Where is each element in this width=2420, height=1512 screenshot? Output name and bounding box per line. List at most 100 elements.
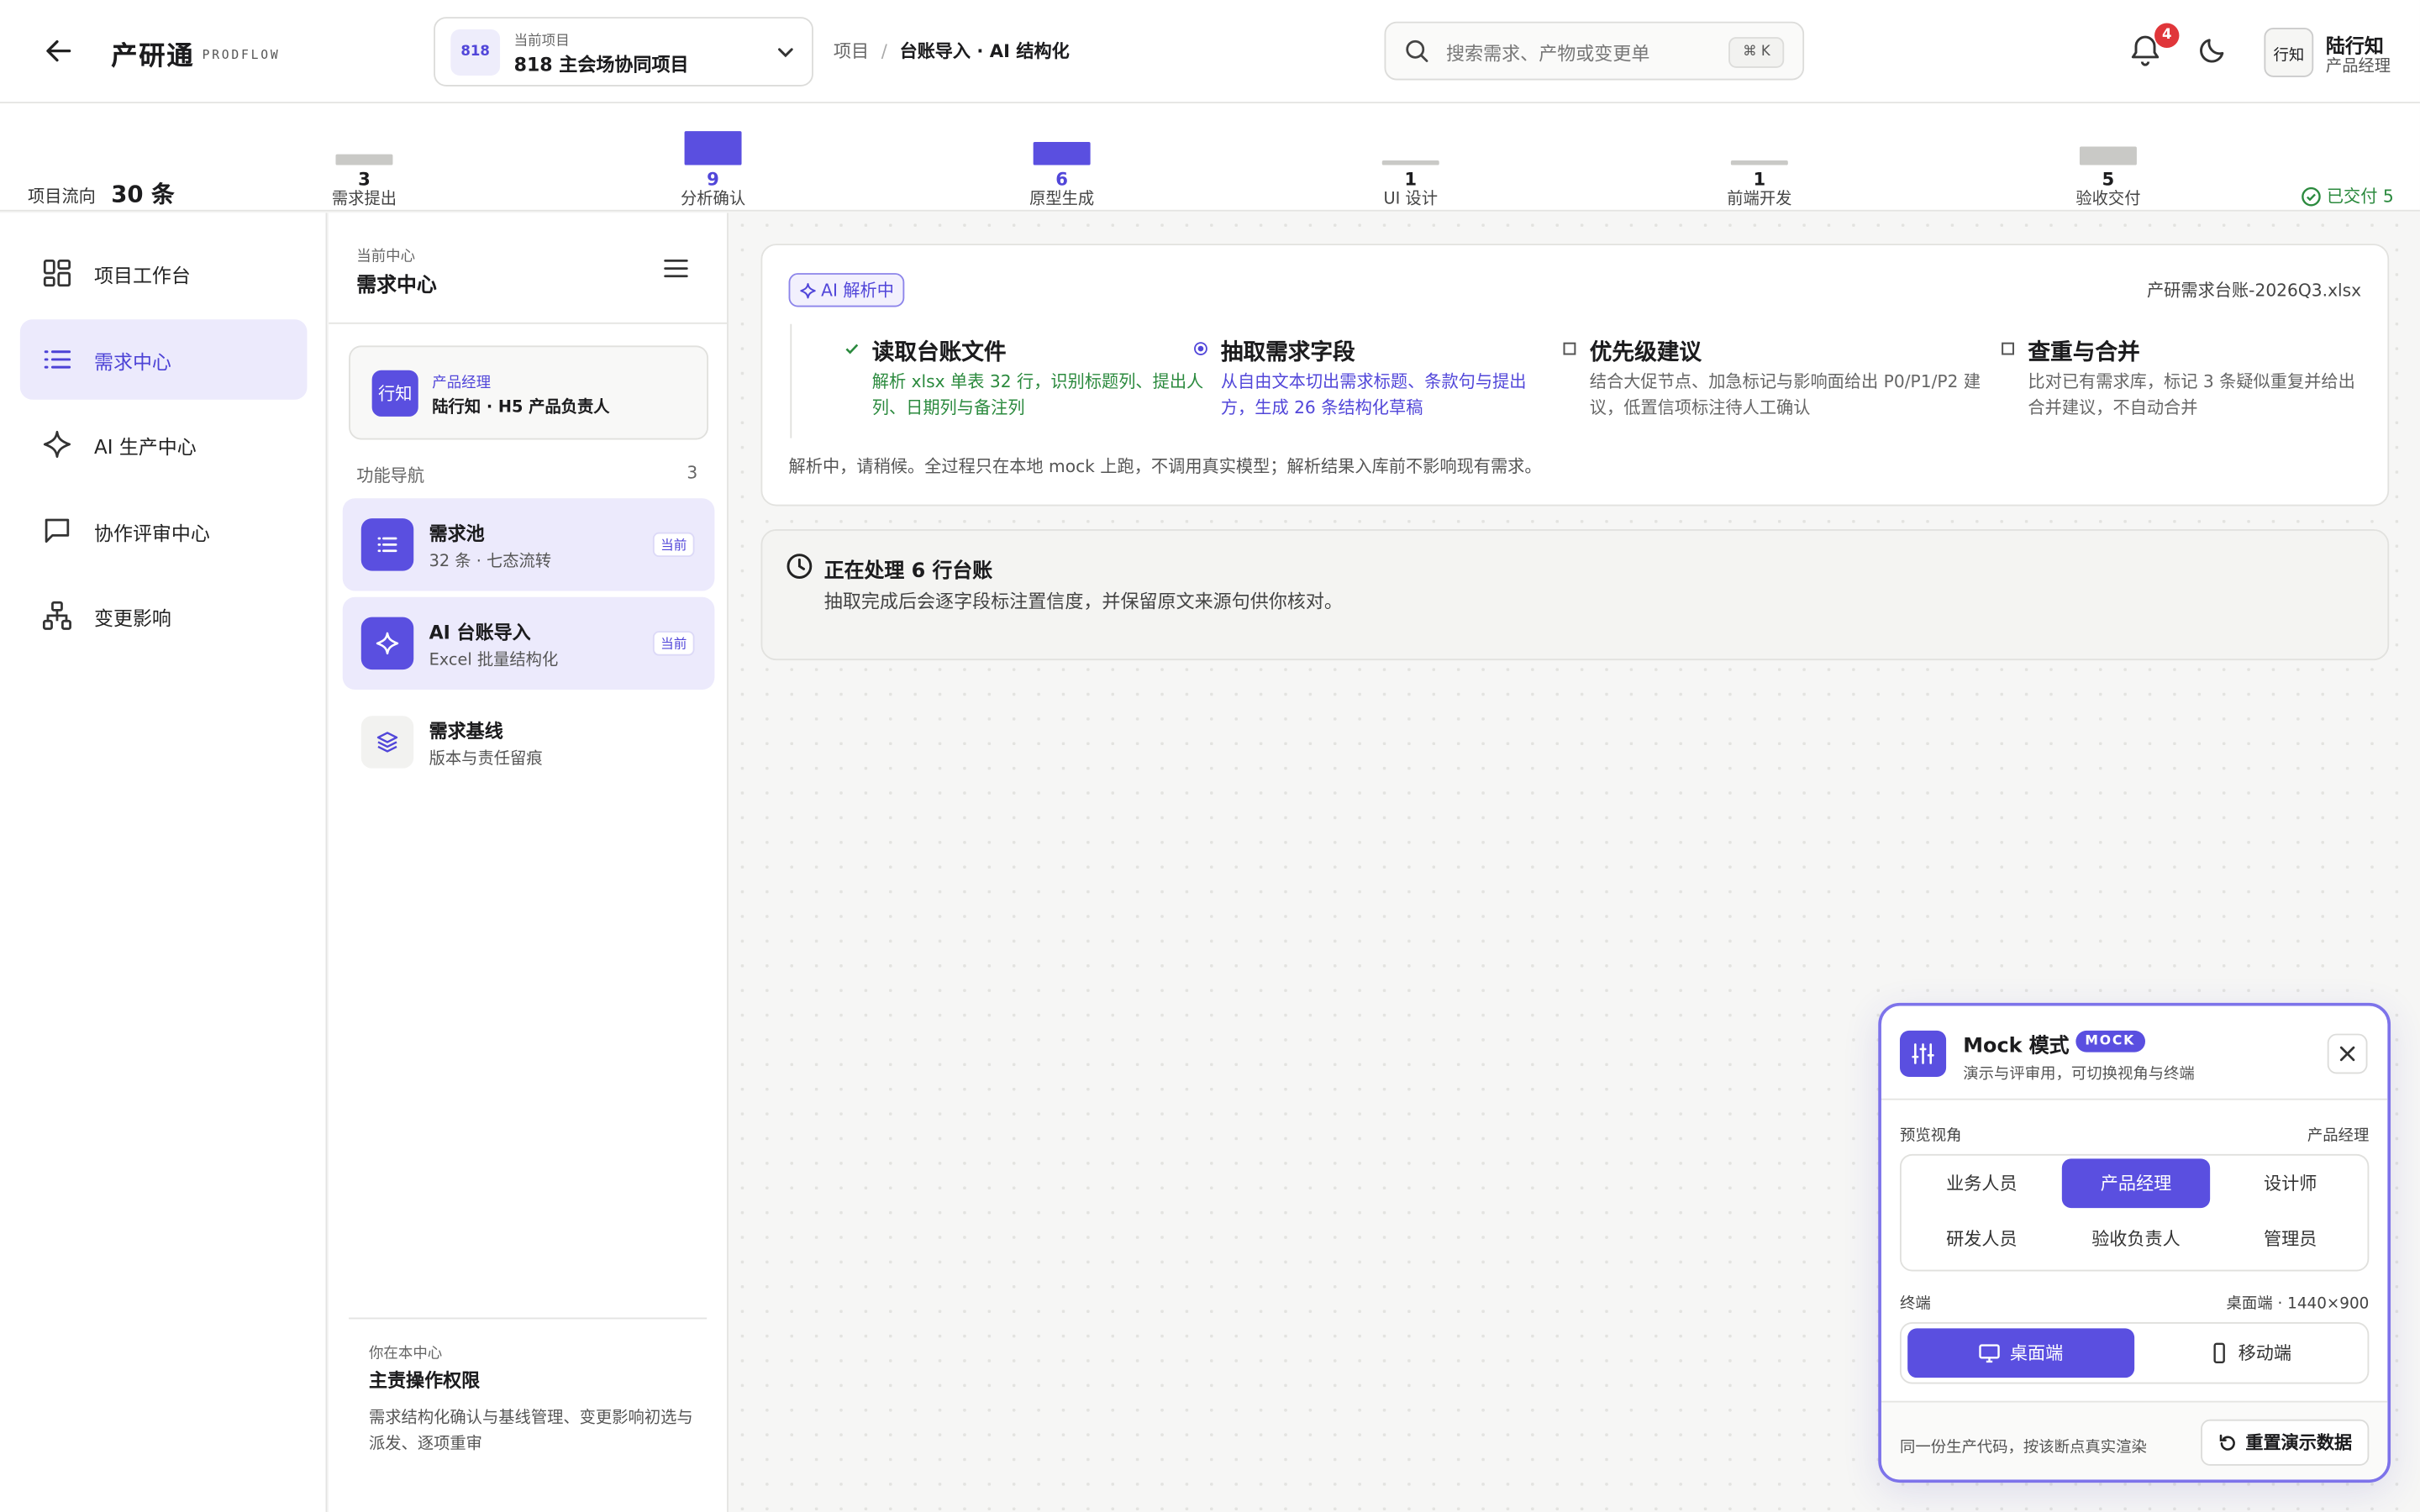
reset-label: 重置演示数据 xyxy=(2245,1431,2353,1454)
stage-bar xyxy=(1730,160,1788,165)
stage-label: UI 设计 xyxy=(1383,189,1439,208)
stage-label: 验收交付 xyxy=(2075,189,2141,208)
role-option[interactable]: 研发人员 xyxy=(1907,1214,2055,1263)
sidebar-item-label: 项目工作台 xyxy=(94,263,191,286)
sidebar-item-workbench[interactable]: 项目工作台 xyxy=(20,233,308,313)
phone-icon xyxy=(2213,1342,2226,1363)
role-option[interactable]: 业务人员 xyxy=(1907,1158,2055,1208)
current-tag: 当前 xyxy=(652,631,695,656)
nav-icon-box xyxy=(360,617,414,670)
center-panel: 当前中心 需求中心 行知 产品经理 陆行知 · H5 产品负责人 功能导航 3 … xyxy=(329,213,729,1512)
flow-stage[interactable]: 9 分析确认 xyxy=(651,103,775,212)
nav-item-requirement-pool[interactable]: 需求池 32 条 · 七态流转 当前 xyxy=(342,498,715,591)
radio-dot-icon xyxy=(1193,341,1208,361)
sidebar-item-requirements[interactable]: 需求中心 xyxy=(19,319,308,400)
stage-bar xyxy=(684,131,742,165)
step-title: 优先级建议 xyxy=(1589,340,1702,366)
center-title: 需求中心 xyxy=(356,274,437,298)
sidebar-item-ai-production[interactable]: AI 生产中心 xyxy=(20,404,308,485)
breadcrumb-root[interactable]: 项目 xyxy=(834,40,869,62)
role-option[interactable]: 设计师 xyxy=(2217,1158,2365,1208)
project-selector[interactable]: 818 当前项目 818 主会场协同项目 xyxy=(434,17,813,87)
mock-header: Mock 模式 MOCK 演示与评审用，可切换视角与终端 xyxy=(1881,1006,2388,1100)
flow-label: 项目流向 xyxy=(28,186,96,207)
list-icon xyxy=(44,350,71,369)
search-input[interactable]: 搜索需求、产物或变更单 xyxy=(1446,40,1649,66)
sliders-icon xyxy=(1899,1030,1947,1078)
sidebar-item-label: 变更影响 xyxy=(94,605,171,629)
flow-stage[interactable]: 6 原型生成 xyxy=(1000,103,1123,212)
nav-title: AI 台账导入 xyxy=(429,622,531,643)
breadcrumb-separator: / xyxy=(881,39,887,62)
divider xyxy=(349,1317,708,1320)
grid-icon xyxy=(43,260,71,287)
terminal-desktop-button[interactable]: 桌面端 xyxy=(1907,1328,2135,1378)
role-card: 行知 产品经理 陆行知 · H5 产品负责人 xyxy=(349,345,709,440)
stage-bar xyxy=(1381,160,1439,165)
terminal-switcher: 桌面端 移动端 xyxy=(1899,1322,2370,1384)
step-description: 结合大促节点、加急标记与影响面给出 P0/P1/P2 建议，低置信项标注待人工确… xyxy=(1589,371,1981,418)
square-icon xyxy=(1562,341,1577,361)
stage-bar xyxy=(335,154,393,165)
avatar[interactable]: 行知 xyxy=(2264,28,2314,77)
stage-label: 原型生成 xyxy=(1029,189,1095,208)
flow-stage[interactable]: 5 验收交付 xyxy=(2046,103,2170,212)
flow-stage[interactable]: 1 前端开发 xyxy=(1697,103,1821,212)
view-value: 产品经理 xyxy=(2307,1127,2370,1145)
notification-badge: 4 xyxy=(2154,23,2180,48)
parse-note: 解析中，请稍候。全过程只在本地 mock 上跑，不调用真实模型；解析结果入库前不… xyxy=(788,456,1542,477)
sidebar-item-label: 协作评审中心 xyxy=(94,520,210,544)
nav-title: 需求基线 xyxy=(429,720,503,743)
nav-subtitle: 32 条 · 七态流转 xyxy=(429,552,552,571)
footer-title: 主责操作权限 xyxy=(368,1369,481,1392)
stage-bar xyxy=(2079,146,2137,165)
nav-count: 3 xyxy=(687,463,698,483)
role-avatar: 行知 xyxy=(371,370,418,417)
mock-subtitle: 演示与评审用，可切换视角与终端 xyxy=(1963,1066,2195,1084)
back-button[interactable] xyxy=(40,33,77,70)
mock-title: Mock 模式 xyxy=(1963,1035,2070,1058)
nav-item-ai-import[interactable]: AI 台账导入 Excel 批量结构化 当前 xyxy=(342,596,715,690)
flow-stage[interactable]: 1 UI 设计 xyxy=(1349,103,1472,212)
check-icon xyxy=(844,341,860,361)
sidebar-item-label: AI 生产中心 xyxy=(94,434,197,458)
flow-stage[interactable]: 3 需求提出 xyxy=(302,103,426,212)
file-name: 产研需求台账-2026Q3.xlsx xyxy=(2146,281,2362,302)
moon-icon[interactable] xyxy=(2197,34,2228,65)
timeline-line xyxy=(790,323,792,438)
reset-demo-button[interactable]: 重置演示数据 xyxy=(2201,1419,2370,1466)
close-button[interactable] xyxy=(2327,1033,2368,1074)
close-icon xyxy=(2339,1046,2355,1062)
role-option[interactable]: 管理员 xyxy=(2217,1214,2365,1263)
nav-item-baseline[interactable]: 需求基线 版本与责任留痕 xyxy=(343,696,715,788)
flow-count: 30 条 xyxy=(111,180,175,208)
step-title: 读取台账文件 xyxy=(871,340,1007,366)
menu-icon[interactable] xyxy=(664,258,688,280)
check-circle-icon xyxy=(2301,186,2320,206)
step-description: 解析 xlsx 单表 32 行，识别标题列、提出人列、日期列与备注列 xyxy=(871,371,1204,418)
terminal-label: 终端 xyxy=(1899,1295,1931,1314)
sidebar-item-change-impact[interactable]: 变更影响 xyxy=(20,575,308,656)
nav-icon-box xyxy=(360,716,414,769)
delivered-label: 已交付 5 xyxy=(2326,186,2394,207)
arrow-left-icon xyxy=(46,39,71,62)
nav-icon-box xyxy=(360,518,414,571)
monitor-icon xyxy=(1979,1344,2001,1363)
processing-description: 抽取完成后会逐字段标注置信度，并保留原文来源句供你核对。 xyxy=(823,591,1343,613)
terminal-value: 桌面端 · 1440×900 xyxy=(2226,1295,2370,1314)
sparkle-icon xyxy=(800,282,816,298)
role-option[interactable]: 验收负责人 xyxy=(2062,1214,2210,1263)
user-role: 产品经理 xyxy=(2325,56,2391,76)
search-box[interactable]: 搜索需求、产物或变更单 ⌘ K xyxy=(1384,21,1805,81)
terminal-mobile-button[interactable]: 移动端 xyxy=(2138,1328,2365,1378)
role-option[interactable]: 产品经理 xyxy=(2061,1158,2211,1209)
center-kicker: 当前中心 xyxy=(356,248,416,265)
project-name: 818 主会场协同项目 xyxy=(513,54,689,76)
stage-label: 前端开发 xyxy=(1727,189,1792,208)
layers-icon xyxy=(376,732,398,753)
sidebar-item-review[interactable]: 协作评审中心 xyxy=(20,491,308,571)
processing-title: 正在处理 6 行台账 xyxy=(823,559,993,584)
project-flow-strip: 项目流向 30 条 3 需求提出 9 分析确认 6 原型生成 1 UI 设计 1… xyxy=(0,103,2420,212)
stage-label: 需求提出 xyxy=(331,189,397,208)
footer-description: 需求结构化确认与基线管理、变更影响初选与派发、逐项重审 xyxy=(368,1408,693,1454)
